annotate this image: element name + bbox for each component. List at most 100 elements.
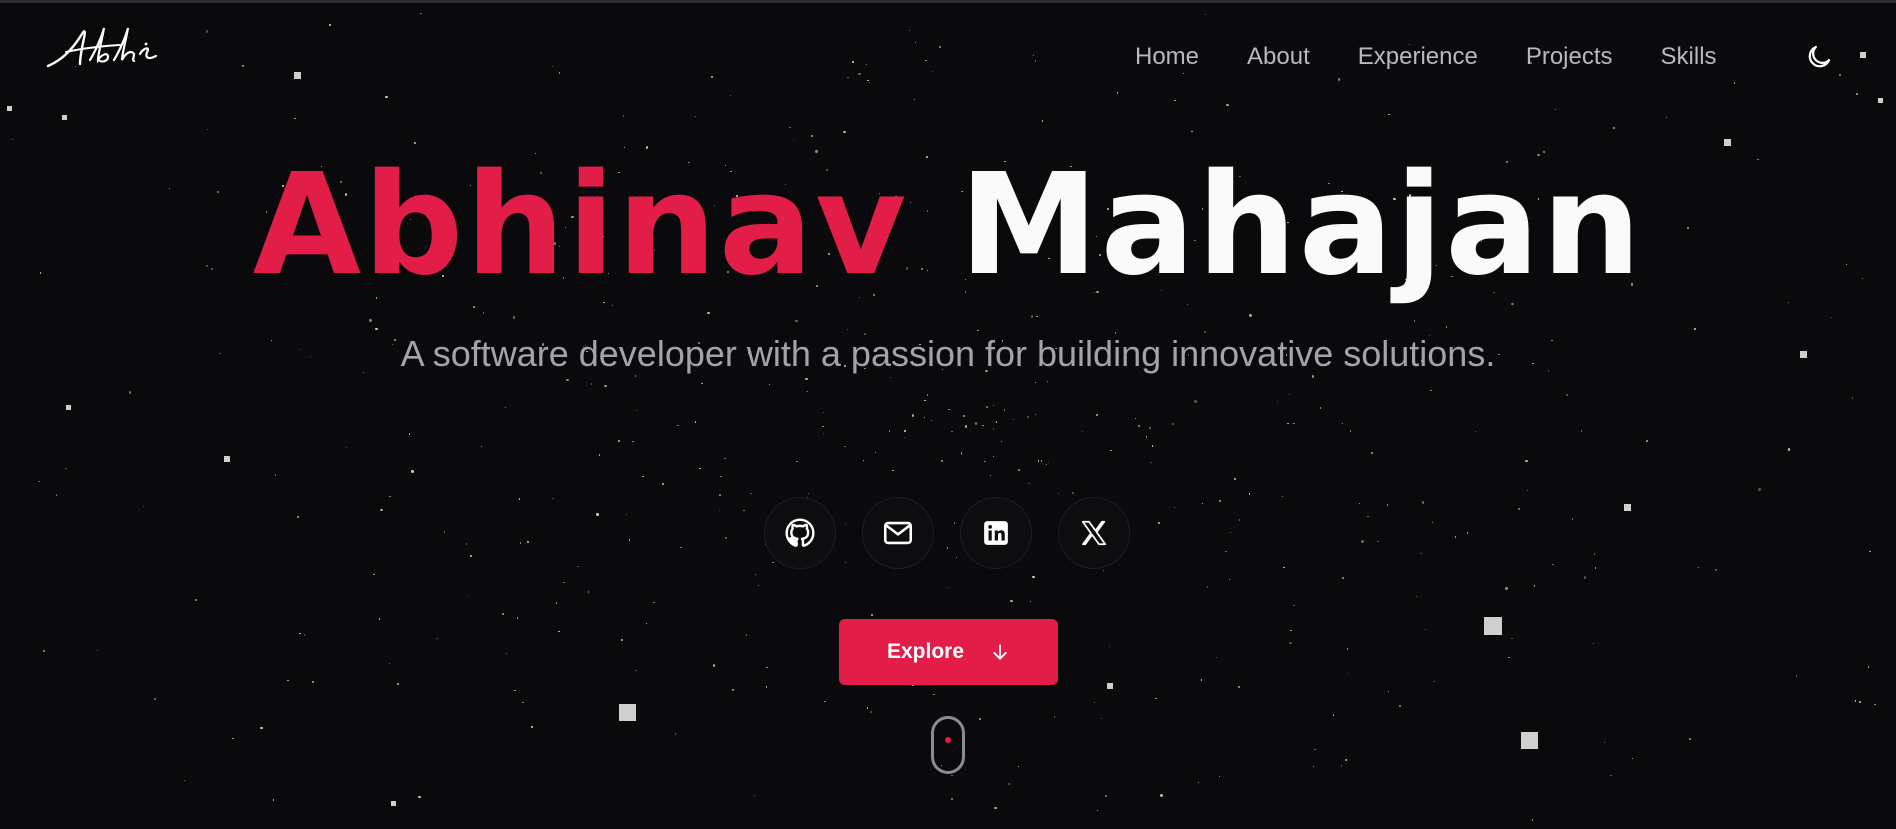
email-link[interactable] — [862, 497, 934, 569]
star — [207, 128, 209, 131]
square-star — [1107, 683, 1113, 689]
star — [1455, 536, 1457, 538]
star — [303, 634, 306, 636]
star — [806, 390, 808, 393]
star — [1135, 417, 1137, 420]
star — [1225, 550, 1227, 552]
star — [1416, 595, 1418, 597]
star — [411, 470, 414, 473]
star — [924, 400, 926, 402]
star — [373, 574, 375, 576]
star — [1505, 587, 1508, 590]
star — [948, 408, 950, 411]
star — [622, 115, 625, 117]
star — [674, 733, 677, 735]
mouse-scroll-icon[interactable] — [931, 716, 965, 774]
star — [1248, 493, 1251, 495]
star — [408, 433, 410, 435]
star — [992, 404, 995, 407]
star — [904, 430, 906, 432]
nav-home[interactable]: Home — [1135, 40, 1199, 74]
nav-skills[interactable]: Skills — [1661, 40, 1717, 74]
star — [1386, 504, 1389, 506]
github-link[interactable] — [764, 497, 836, 569]
star — [1345, 759, 1347, 761]
star — [43, 650, 45, 652]
star — [795, 319, 798, 323]
star — [1388, 113, 1390, 115]
star — [345, 446, 348, 449]
star — [420, 13, 422, 15]
square-star — [1484, 617, 1502, 635]
star — [1096, 809, 1099, 811]
star — [1215, 657, 1218, 659]
signature-logo[interactable] — [44, 20, 162, 72]
explore-button[interactable]: Explore — [839, 619, 1058, 685]
star — [299, 633, 301, 635]
square-star — [1521, 732, 1538, 749]
star — [375, 327, 378, 331]
star — [329, 24, 331, 26]
star — [1281, 495, 1283, 497]
star — [522, 701, 524, 703]
star — [743, 509, 745, 511]
nav-about[interactable]: About — [1247, 40, 1310, 74]
star — [1008, 782, 1011, 786]
star — [389, 495, 391, 498]
star — [750, 492, 752, 495]
star — [1367, 515, 1369, 518]
star — [1290, 629, 1292, 632]
star — [309, 355, 312, 358]
linkedin-link[interactable] — [960, 497, 1032, 569]
star — [1234, 478, 1236, 480]
star — [620, 639, 624, 642]
square-star — [62, 115, 67, 120]
star — [1157, 521, 1161, 525]
star — [598, 454, 601, 456]
nav-experience[interactable]: Experience — [1358, 40, 1478, 74]
star — [1565, 393, 1569, 397]
square-star — [224, 456, 230, 462]
star — [195, 599, 197, 601]
star — [219, 353, 221, 355]
star — [1116, 92, 1119, 94]
star — [1110, 449, 1112, 452]
star — [65, 467, 67, 470]
star — [995, 421, 998, 423]
star — [604, 384, 607, 387]
star — [1758, 488, 1761, 491]
star — [502, 613, 504, 615]
star — [925, 59, 927, 61]
star — [1206, 586, 1209, 588]
star — [1312, 766, 1315, 768]
nav-projects[interactable]: Projects — [1526, 40, 1613, 74]
star — [911, 414, 915, 417]
star — [436, 637, 438, 640]
star — [1554, 108, 1557, 111]
star — [718, 509, 721, 512]
star — [1276, 400, 1279, 403]
star — [847, 76, 849, 79]
star — [385, 95, 388, 99]
star — [1430, 389, 1432, 392]
star — [1053, 716, 1056, 718]
star — [1347, 672, 1350, 675]
star — [1694, 328, 1696, 330]
theme-toggle-button[interactable] — [1804, 42, 1834, 72]
star — [526, 540, 530, 544]
star — [982, 424, 984, 427]
square-star — [1878, 98, 1883, 103]
star — [695, 421, 697, 423]
square-star — [1724, 139, 1731, 146]
star — [866, 63, 868, 66]
star — [1249, 314, 1252, 317]
star — [1413, 320, 1416, 322]
star — [154, 698, 156, 700]
star — [754, 573, 757, 576]
star — [635, 669, 637, 671]
x-twitter-link[interactable] — [1058, 497, 1130, 569]
star — [810, 134, 814, 137]
star — [1228, 579, 1231, 581]
star — [1446, 326, 1448, 328]
star — [1689, 738, 1691, 740]
